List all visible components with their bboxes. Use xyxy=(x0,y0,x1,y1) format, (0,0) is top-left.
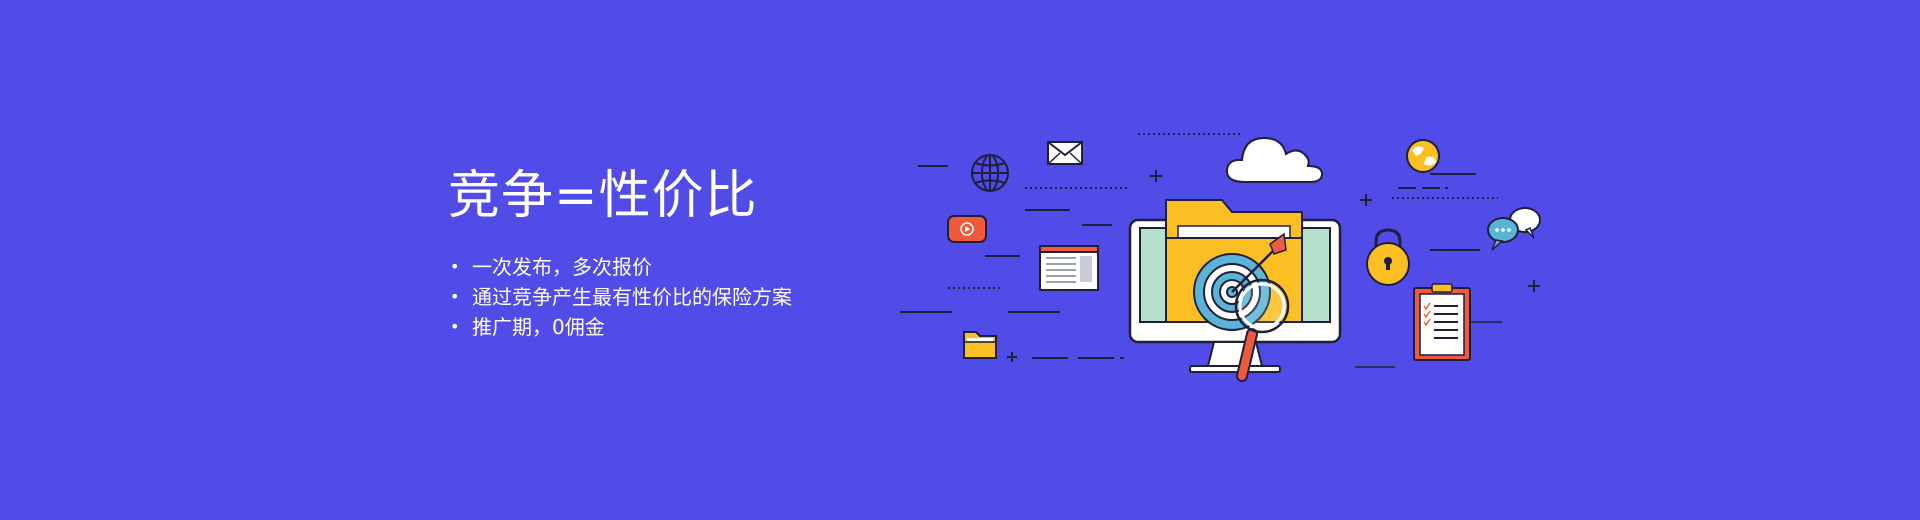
hero-text: 竞争=性价比 • 一次发布，多次报价 • 通过竞争产生最有性价比的保险方案 • 推广期… xyxy=(448,160,792,342)
play-button-icon xyxy=(947,215,987,243)
small-folder-icon xyxy=(963,331,997,359)
browser-window-icon xyxy=(1039,245,1099,291)
bullet-dot-icon: • xyxy=(450,287,460,306)
feature-item: • 推广期，0佣金 xyxy=(448,312,792,342)
feature-text: 推广期，0佣金 xyxy=(472,315,605,339)
world-icon xyxy=(1406,139,1440,173)
feature-text: 一次发布，多次报价 xyxy=(472,255,652,279)
feature-item: • 通过竞争产生最有性价比的保险方案 xyxy=(448,282,792,312)
hero-title: 竞争=性价比 xyxy=(448,166,758,226)
bullet-dot-icon: • xyxy=(450,257,460,276)
hero-banner: 竞争=性价比 • 一次发布，多次报价 • 通过竞争产生最有性价比的保险方案 • 推广期… xyxy=(0,0,1920,520)
globe-icon xyxy=(971,154,1009,192)
padlock-icon xyxy=(1366,228,1410,286)
bullet-dot-icon: • xyxy=(450,317,460,336)
envelope-icon xyxy=(1047,141,1083,165)
chat-bubbles-icon xyxy=(1487,207,1541,251)
feature-list: • 一次发布，多次报价 • 通过竞争产生最有性价比的保险方案 • 推广期，0佣金 xyxy=(448,252,792,342)
clipboard-checklist-icon xyxy=(1413,283,1471,361)
marketing-illustration xyxy=(900,133,1541,382)
cloud-icon xyxy=(1225,136,1324,183)
feature-text: 通过竞争产生最有性价比的保险方案 xyxy=(472,285,792,309)
feature-item: • 一次发布，多次报价 xyxy=(448,252,792,282)
